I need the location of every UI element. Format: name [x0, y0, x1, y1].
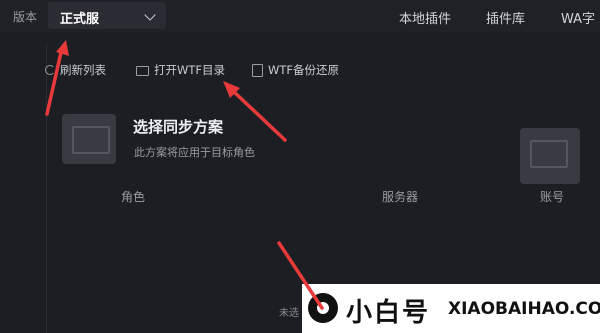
arrow-to-version: [45, 40, 69, 116]
arrow-to-bottom: [277, 241, 324, 310]
annotation-arrows: [45, 40, 324, 310]
arrow-to-open-wtf: [223, 81, 287, 142]
